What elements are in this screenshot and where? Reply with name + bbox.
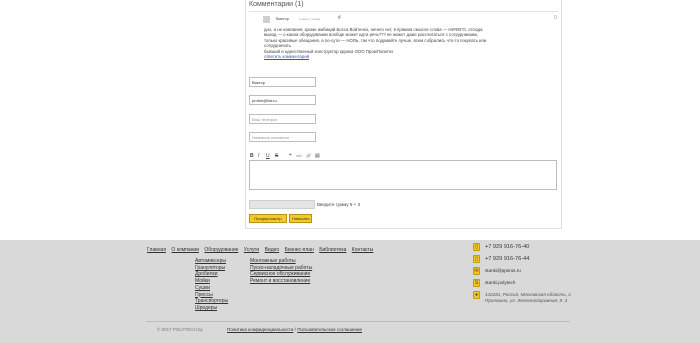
comments-title: Комментарии (1) (249, 1, 304, 8)
copyright: © 2017 POLYTECH.by (157, 327, 203, 332)
nav-contacts[interactable]: Контакты (352, 247, 374, 253)
nav-equipment[interactable]: Оборудование (204, 247, 238, 253)
strike-button[interactable]: S (275, 153, 278, 159)
email-link[interactable]: stanki@ppsrus.ru (485, 268, 521, 273)
nav-services[interactable]: Услуги (244, 247, 259, 253)
skype-icon: S (473, 279, 480, 287)
legal-separator: / (294, 327, 296, 332)
list-item[interactable]: Сервисное обслуживание (250, 271, 312, 278)
company-field[interactable] (249, 132, 316, 142)
preview-button[interactable]: Предпросмотр (249, 214, 287, 223)
submit-button[interactable]: Написать (289, 214, 312, 223)
address-text: 142281, Россия, Московская область, г. П… (485, 292, 572, 303)
captcha-image (249, 200, 315, 209)
list-item[interactable]: Автомиксеры (195, 258, 228, 265)
comment-author: Виктор (276, 16, 289, 21)
nav-video[interactable]: Видео (265, 247, 280, 253)
legal-links: Политика конфиденциальности / Пользовате… (227, 327, 362, 332)
comment-date: 1 минуту назад (299, 17, 321, 21)
list-item[interactable]: Сушки (195, 285, 228, 292)
phone-number[interactable]: +7 929 916-76-44 (485, 256, 529, 262)
nav-about[interactable]: О компании (171, 247, 199, 253)
skype-name[interactable]: stanki.polytech (485, 280, 515, 285)
permalink-icon[interactable]: # (338, 15, 341, 21)
footer: Главная О компании Оборудование Услуги В… (0, 240, 700, 343)
list-item[interactable]: Пуско-наладочные работы (250, 265, 312, 272)
captcha-label: Введите сумму 5 + 3 (317, 202, 360, 207)
reply-link[interactable]: ответить комментарий (264, 54, 309, 59)
list-item[interactable]: Грануляторы (195, 265, 228, 272)
privacy-link[interactable]: Политика конфиденциальности (227, 327, 293, 332)
list-item[interactable]: Транспортеры (195, 298, 228, 305)
comment-text: дно, а не компания, кроме амбиций Босса … (264, 27, 556, 59)
phone-field[interactable] (249, 114, 316, 124)
comments-panel: Комментарии (1) Виктор 1 минуту назад # … (245, 0, 562, 229)
divider (249, 11, 558, 12)
quote-icon[interactable]: ❝ (289, 153, 292, 159)
list-item[interactable]: Мойки (195, 278, 228, 285)
list-icon[interactable]: ▤ (315, 153, 320, 159)
bold-button[interactable]: B (250, 153, 254, 159)
phone-number[interactable]: +7 929 916-76-40 (485, 244, 529, 250)
message-textarea[interactable] (249, 160, 557, 190)
footer-nav: Главная О компании Оборудование Услуги В… (147, 247, 377, 253)
avatar (263, 16, 270, 23)
nav-library[interactable]: Библиотека (319, 247, 346, 253)
link-icon[interactable]: 🔗 (306, 153, 311, 158)
services-list: Монтажные работы Пуско-наладочные работы… (250, 258, 312, 285)
code-icon[interactable]: </> (296, 153, 302, 158)
list-item[interactable]: Прессы (195, 292, 228, 299)
location-icon: ● (473, 291, 480, 299)
mail-icon: ✉ (473, 267, 480, 275)
name-field[interactable] (249, 77, 316, 87)
equipment-list: Автомиксеры Грануляторы Дробилки Мойки С… (195, 258, 228, 312)
italic-button[interactable]: I (258, 153, 259, 159)
footer-divider (146, 321, 570, 322)
nav-business-plan[interactable]: Бизнес-план (285, 247, 314, 253)
list-item[interactable]: Ремонт и восстановление (250, 278, 312, 285)
email-field[interactable] (249, 95, 316, 105)
terms-link[interactable]: Пользовательское соглашение (297, 327, 362, 332)
phone-icon: ▯ (473, 243, 480, 251)
list-item[interactable]: Монтажные работы (250, 258, 312, 265)
nav-home[interactable]: Главная (147, 247, 166, 253)
comment-rating: 0 (554, 15, 557, 21)
underline-button[interactable]: U (266, 153, 270, 159)
phone-icon: ▯ (473, 255, 480, 263)
list-item[interactable]: Шредеры (195, 305, 228, 312)
